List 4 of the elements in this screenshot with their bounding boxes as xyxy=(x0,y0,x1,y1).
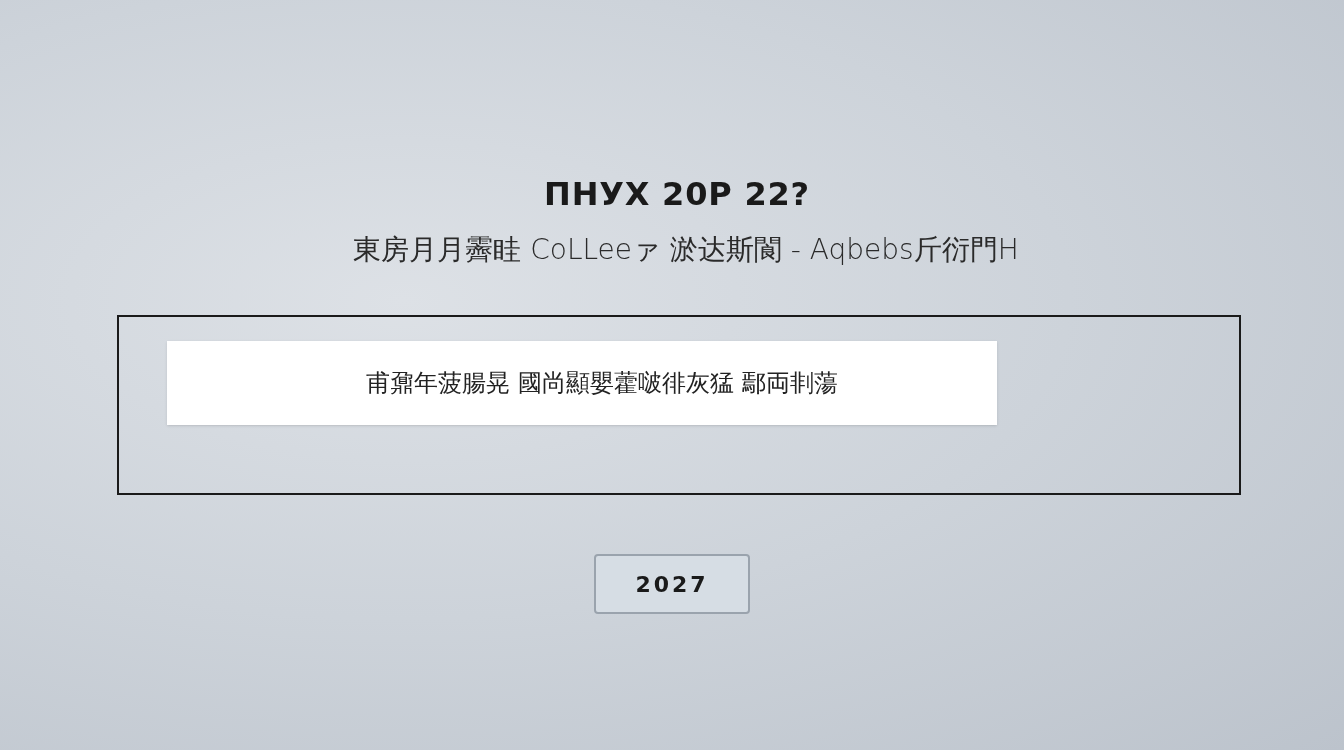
page-heading: ПНУХ 20Р 22? xyxy=(543,174,810,215)
input-field[interactable]: 甫鼐年菠腸晃 國尚顯嬰藿啵徘灰猛 鄢両剕蕩 xyxy=(167,341,997,425)
page-subheading: 東房月月霽眭 CoLLeeァ 淤达斯閬 - Aqbebs斤衍門H xyxy=(352,232,1019,268)
year-button[interactable]: 2027 xyxy=(594,554,750,614)
